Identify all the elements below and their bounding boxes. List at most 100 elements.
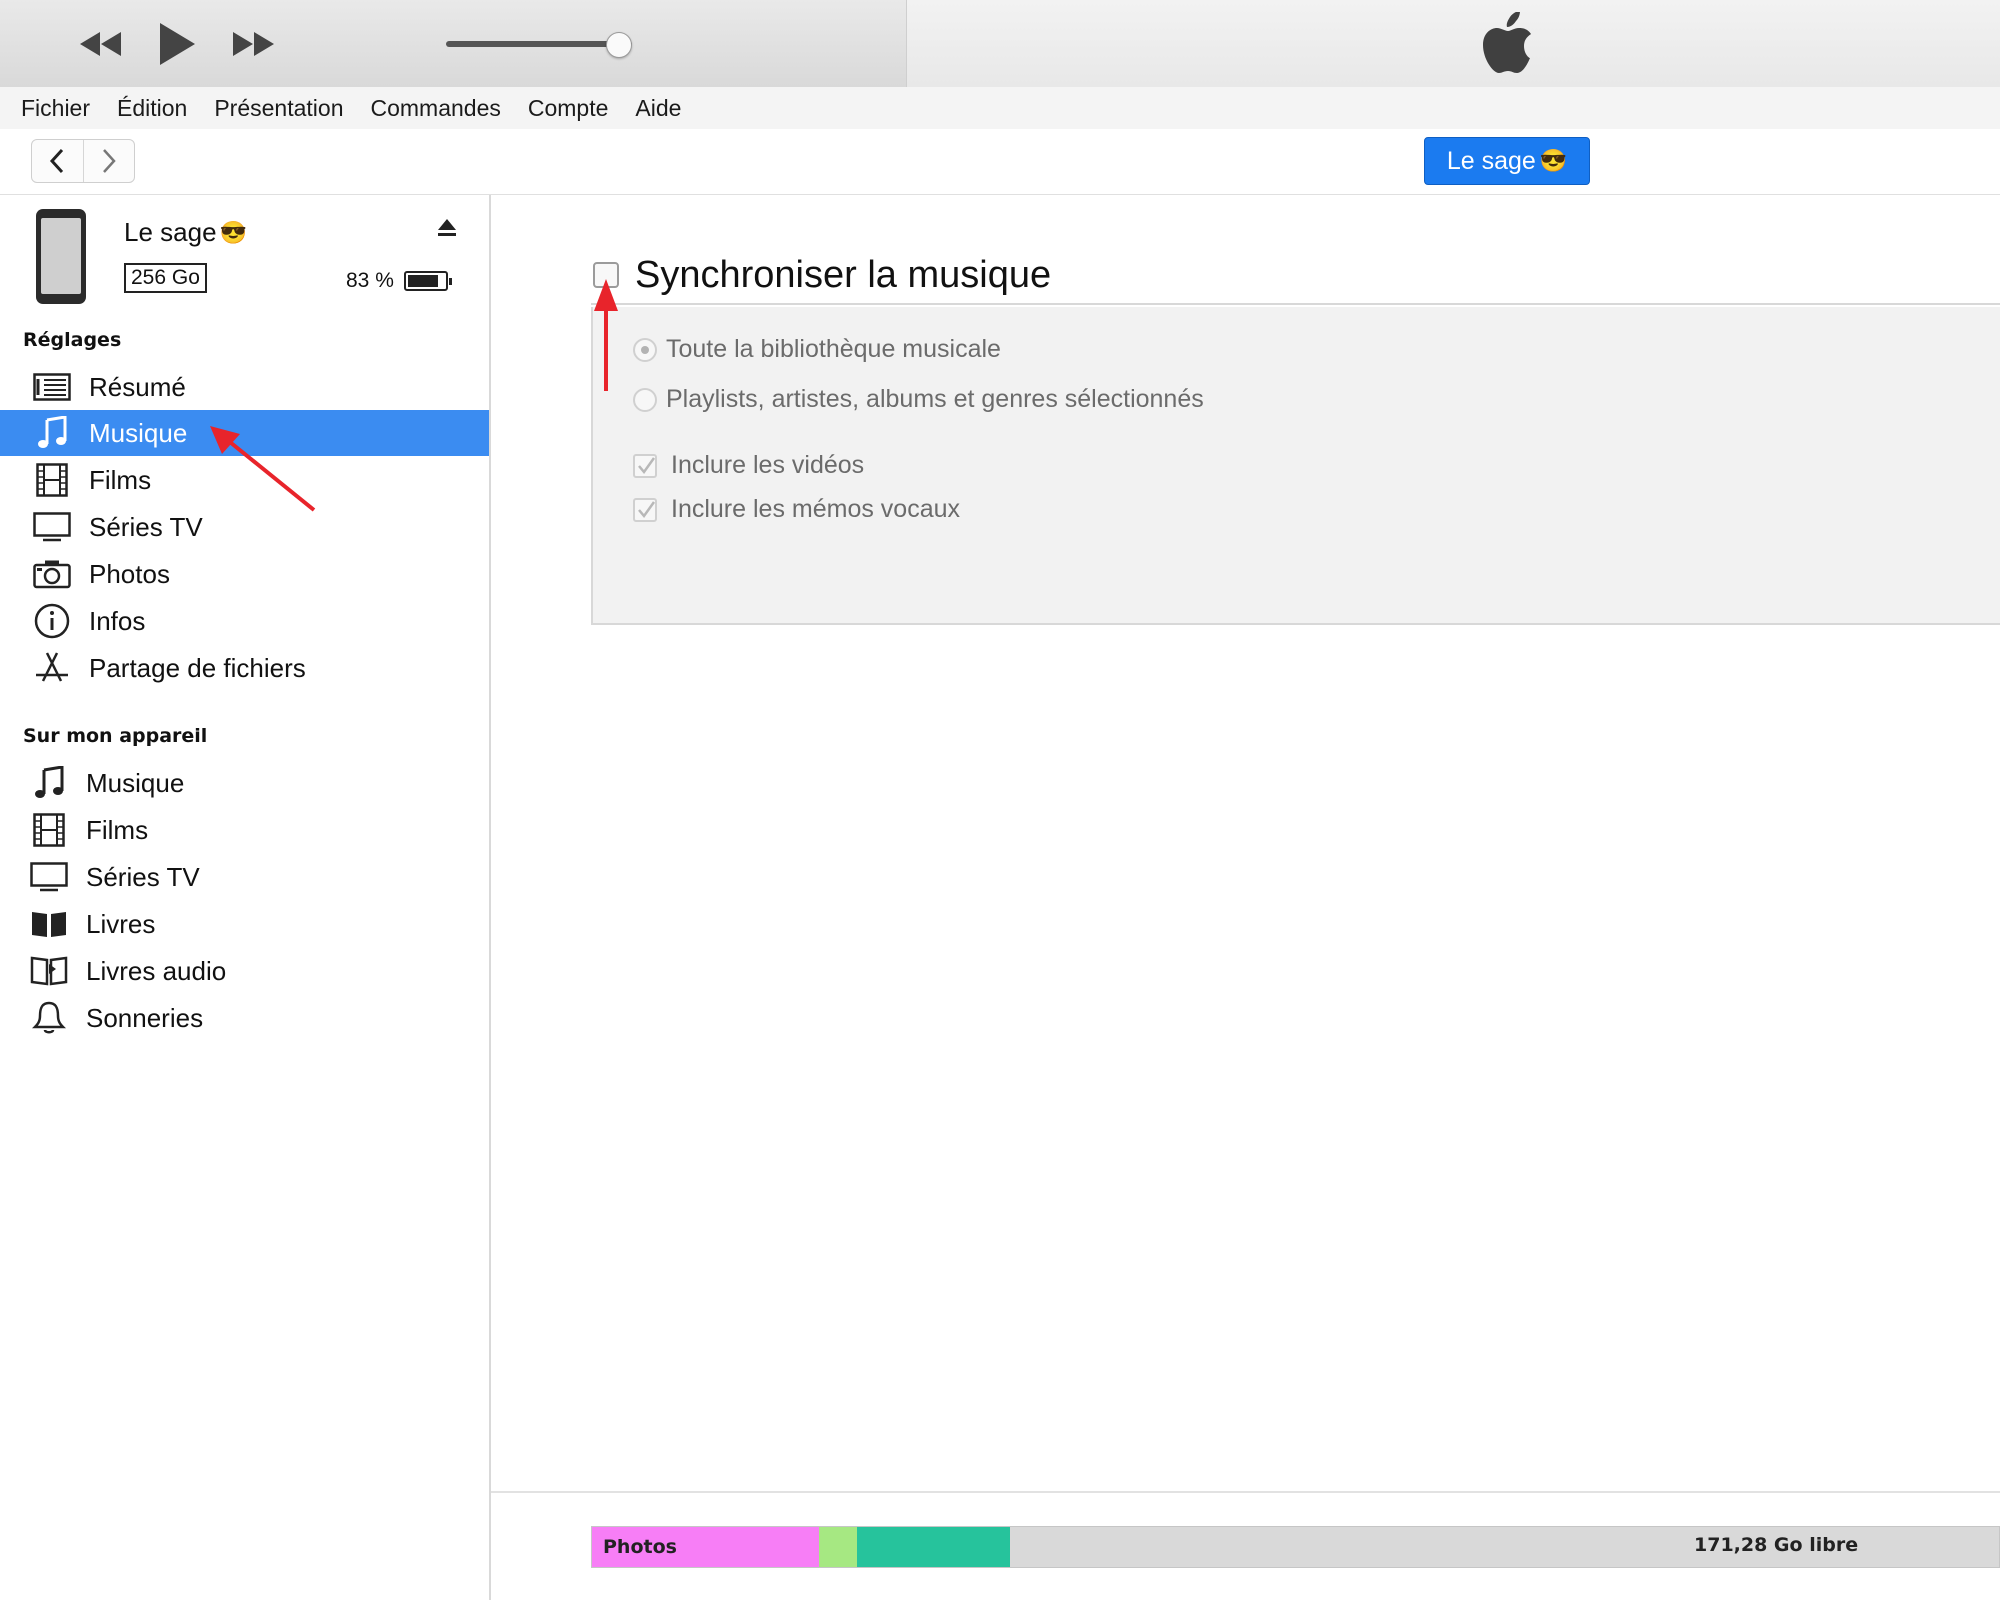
battery-icon xyxy=(404,271,452,291)
status-display-area xyxy=(906,0,2000,87)
sidebar-item-label: Musique xyxy=(86,767,185,798)
sidebar-item-photos[interactable]: Photos xyxy=(0,551,489,597)
summary-icon xyxy=(31,367,73,407)
sidebar-item-label: Partage de fichiers xyxy=(89,652,306,683)
settings-heading: Réglages xyxy=(23,329,122,351)
option-label: Inclure les mémos vocaux xyxy=(671,495,961,523)
sidebar-item-summary[interactable]: Résumé xyxy=(0,364,489,410)
sidebar-item-label: Livres audio xyxy=(86,955,227,986)
menu-edit[interactable]: Édition xyxy=(117,95,187,122)
device-capacity: 256 Go xyxy=(124,263,207,293)
rewind-icon xyxy=(80,32,121,56)
sidebar-item-label: Films xyxy=(86,814,149,845)
film-icon xyxy=(31,460,73,500)
option-include-voice-memos[interactable]: Inclure les mémos vocaux xyxy=(633,495,960,524)
play-icon xyxy=(160,23,195,65)
device-name: Le sage 😎 xyxy=(124,217,247,248)
sidebar-item-music[interactable]: Musique xyxy=(0,410,489,456)
device-item-audiobooks[interactable]: Livres audio xyxy=(0,948,489,994)
sidebar-item-label: Infos xyxy=(89,605,146,636)
option-label: Toute la bibliothèque musicale xyxy=(666,335,1001,363)
sidebar: Le sage 😎 256 Go 83 % Réglages Résumé Mu… xyxy=(0,195,491,1600)
menu-view[interactable]: Présentation xyxy=(214,95,343,122)
checkbox-include-voice-memos[interactable] xyxy=(633,497,657,522)
option-selected-items[interactable]: Playlists, artistes, albums et genres sé… xyxy=(633,385,1204,414)
device-name-emoji: 😎 xyxy=(219,219,247,245)
device-button[interactable]: Le sage 😎 xyxy=(1424,137,1590,185)
sidebar-item-label: Résumé xyxy=(89,371,186,402)
film-icon xyxy=(28,810,70,850)
capacity-segment-other xyxy=(857,1527,1010,1567)
eject-button[interactable] xyxy=(436,217,458,243)
sidebar-item-label: Musique xyxy=(89,417,188,448)
device-item-books[interactable]: Livres xyxy=(0,901,489,947)
volume-track xyxy=(446,41,632,47)
device-item-films[interactable]: Films xyxy=(0,807,489,853)
option-label: Playlists, artistes, albums et genres sé… xyxy=(666,385,1204,413)
sidebar-item-info[interactable]: Infos xyxy=(0,598,489,644)
sync-music-checkbox[interactable] xyxy=(593,262,619,288)
option-label: Inclure les vidéos xyxy=(671,451,865,479)
fast-forward-button[interactable] xyxy=(226,14,282,74)
device-item-ringtones[interactable]: Sonneries xyxy=(0,995,489,1041)
sidebar-item-label: Films xyxy=(89,464,152,495)
music-note-icon xyxy=(28,763,70,803)
fast-forward-icon xyxy=(233,32,274,56)
navigation-bar: Le sage 😎 xyxy=(0,129,2000,195)
tv-icon xyxy=(31,507,73,547)
back-button[interactable] xyxy=(32,140,84,182)
menu-controls[interactable]: Commandes xyxy=(370,95,500,122)
radio-entire-library[interactable] xyxy=(633,337,657,362)
battery-percent: 83 % xyxy=(346,269,394,292)
volume-slider[interactable] xyxy=(446,32,646,58)
sidebar-item-label: Séries TV xyxy=(86,861,200,892)
free-space-label: 171,28 Go libre xyxy=(1694,1534,1859,1556)
music-note-icon xyxy=(31,413,73,453)
device-name-text: Le sage xyxy=(124,217,217,247)
menu-help[interactable]: Aide xyxy=(635,95,681,122)
volume-knob[interactable] xyxy=(606,32,632,58)
capacity-segment-photos: Photos xyxy=(592,1527,819,1567)
sync-music-header: Synchroniser la musique xyxy=(591,247,2000,305)
checkmark-icon xyxy=(638,456,656,474)
tv-icon xyxy=(28,857,70,897)
iphone-icon xyxy=(36,209,86,304)
sidebar-item-label: Séries TV xyxy=(89,511,203,542)
device-button-label: Le sage xyxy=(1446,146,1536,175)
chevron-right-icon xyxy=(102,149,116,173)
menu-account[interactable]: Compte xyxy=(528,95,609,122)
device-item-music[interactable]: Musique xyxy=(0,760,489,806)
option-include-videos[interactable]: Inclure les vidéos xyxy=(633,451,864,480)
audiobook-icon xyxy=(28,951,70,991)
info-icon xyxy=(31,601,73,641)
camera-icon xyxy=(31,554,73,594)
forward-button[interactable] xyxy=(84,140,135,182)
sidebar-item-label: Sonneries xyxy=(86,1002,204,1033)
menu-file[interactable]: Fichier xyxy=(21,95,90,122)
sidebar-item-tv[interactable]: Séries TV xyxy=(0,504,489,550)
sidebar-item-file-sharing[interactable]: Partage de fichiers xyxy=(0,645,489,691)
sidebar-item-films[interactable]: Films xyxy=(0,457,489,503)
checkbox-include-videos[interactable] xyxy=(633,453,657,478)
radio-selected-items[interactable] xyxy=(633,387,657,412)
menu-bar: Fichier Édition Présentation Commandes C… xyxy=(0,87,2000,129)
device-heading: Sur mon appareil xyxy=(23,725,208,747)
capacity-segment-label: Photos xyxy=(603,1536,677,1558)
sidebar-item-label: Photos xyxy=(89,558,170,589)
chevron-left-icon xyxy=(50,148,64,174)
checkmark-icon xyxy=(638,500,656,518)
device-button-emoji: 😎 xyxy=(1539,148,1568,173)
bell-icon xyxy=(28,998,70,1038)
sync-music-panel: Synchroniser la musique Toute la bibliot… xyxy=(591,247,2000,761)
sidebar-item-label: Livres xyxy=(86,908,156,939)
history-buttons xyxy=(31,139,135,183)
device-item-tv[interactable]: Séries TV xyxy=(0,854,489,900)
device-summary-card: Le sage 😎 256 Go 83 % xyxy=(0,195,489,325)
app-store-icon xyxy=(31,648,73,688)
rewind-button[interactable] xyxy=(72,14,128,74)
sync-music-title: Synchroniser la musique xyxy=(635,253,1052,296)
eject-icon xyxy=(438,219,456,236)
play-button[interactable] xyxy=(152,14,202,74)
option-entire-library[interactable]: Toute la bibliothèque musicale xyxy=(633,335,1001,364)
battery-level xyxy=(408,275,438,287)
